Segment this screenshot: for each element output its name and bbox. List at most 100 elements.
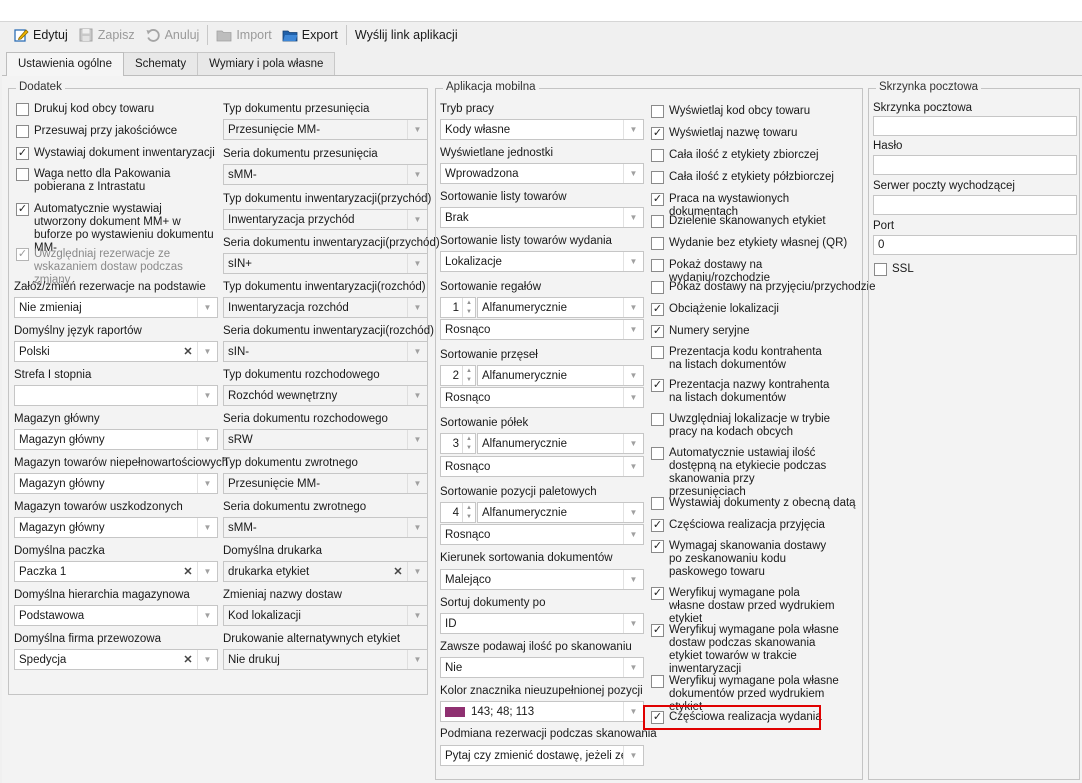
issue-doc-series-select[interactable]: sRW ▼: [223, 429, 428, 450]
mobile-checkbox[interactable]: Uwzględniaj lokalizacje w trybie pracy n…: [651, 413, 856, 439]
dodatek-checkbox[interactable]: Waga netto dla Pakowania pobierana z Int…: [16, 168, 216, 194]
rack-order-spinner[interactable]: 1 ▲ ▼: [440, 297, 476, 318]
checkbox-box[interactable]: [651, 171, 664, 184]
checkbox-box[interactable]: [651, 237, 664, 250]
chevron-down-icon[interactable]: ▼: [623, 570, 643, 589]
checkbox-box[interactable]: ✓: [16, 203, 29, 216]
clear-icon[interactable]: ✕: [179, 342, 197, 361]
spinner-buttons[interactable]: ▲ ▼: [462, 503, 475, 522]
chevron-down-icon[interactable]: ▼: [407, 120, 427, 139]
arrow-up-icon[interactable]: ▲: [463, 298, 475, 308]
inventory-in-type-select[interactable]: Inwentaryzacja przychód ▼: [223, 209, 428, 230]
mobile-checkbox[interactable]: ✓ Wymagaj skanowania dostawy po zeskanowa…: [651, 540, 841, 579]
mobile-checkbox[interactable]: Pokaż dostawy na przyjęciu/przychodzie: [651, 281, 875, 294]
port-input[interactable]: 0: [873, 235, 1077, 255]
checkbox-box[interactable]: ✓: [651, 379, 664, 392]
main-warehouse-select[interactable]: Magazyn główny ▼: [14, 429, 218, 450]
mobile-checkbox[interactable]: Wyświetlaj kod obcy towaru: [651, 105, 861, 118]
return-doc-type-select[interactable]: Przesunięcie MM- ▼: [223, 473, 428, 494]
bay-sort-mode-select[interactable]: Alfanumerycznie ▼: [477, 365, 644, 386]
mobile-checkbox[interactable]: ✓ Obciążenie lokalizacji: [651, 303, 861, 316]
chevron-down-icon[interactable]: ▼: [407, 298, 427, 317]
mobile-checkbox[interactable]: Dzielenie skanowanych etykiet: [651, 215, 861, 228]
chevron-down-icon[interactable]: ▼: [623, 746, 643, 765]
arrow-up-icon[interactable]: ▲: [463, 366, 475, 376]
chevron-down-icon[interactable]: ▼: [197, 386, 217, 405]
checkbox-box[interactable]: ✓: [651, 303, 664, 316]
chevron-down-icon[interactable]: ▼: [197, 650, 217, 669]
arrow-down-icon[interactable]: ▼: [463, 308, 475, 318]
chevron-down-icon[interactable]: ▼: [407, 430, 427, 449]
mobile-checkbox[interactable]: Automatycznie ustawiaj ilość dostępną na…: [651, 447, 831, 499]
chevron-down-icon[interactable]: ▼: [197, 342, 217, 361]
checkbox-box[interactable]: ✓: [651, 540, 664, 553]
checkbox-box[interactable]: [651, 413, 664, 426]
chevron-down-icon[interactable]: ▼: [623, 164, 643, 183]
chevron-down-icon[interactable]: ▼: [623, 388, 643, 407]
checkbox-box[interactable]: [651, 675, 664, 688]
chevron-down-icon[interactable]: ▼: [623, 525, 643, 544]
transfer-doc-series-select[interactable]: sMM- ▼: [223, 164, 428, 185]
arrow-down-icon[interactable]: ▼: [463, 444, 475, 454]
chevron-down-icon[interactable]: ▼: [197, 562, 217, 581]
checkbox-box[interactable]: [651, 149, 664, 162]
marker-color-picker[interactable]: 143; 48; 113 ▼: [440, 701, 644, 722]
checkbox-box[interactable]: ✓: [16, 248, 29, 261]
mobile-checkbox[interactable]: Cała ilość z etykiety półzbiorczej: [651, 171, 861, 184]
reservation-mode-select[interactable]: Nie zmieniaj ▼: [14, 297, 218, 318]
shelf-sort-mode-select[interactable]: Alfanumerycznie ▼: [477, 433, 644, 454]
chevron-down-icon[interactable]: ▼: [407, 562, 427, 581]
checkbox-box[interactable]: [16, 103, 29, 116]
bay-order-spinner[interactable]: 2 ▲ ▼: [440, 365, 476, 386]
chevron-down-icon[interactable]: ▼: [623, 208, 643, 227]
dodatek-checkbox[interactable]: Drukuj kod obcy towaru: [16, 103, 216, 116]
mobile-checkbox[interactable]: ✓ Weryfikuj wymagane pola własne dostaw p…: [651, 624, 846, 676]
pallet-order-spinner[interactable]: 4 ▲ ▼: [440, 502, 476, 523]
quantity-after-scan-select[interactable]: Nie ▼: [440, 657, 644, 678]
chevron-down-icon[interactable]: ▼: [623, 658, 643, 677]
chevron-down-icon[interactable]: ▼: [623, 434, 643, 453]
chevron-down-icon[interactable]: ▼: [407, 386, 427, 405]
checkbox-box[interactable]: ✓: [651, 325, 664, 338]
checkbox-box[interactable]: [651, 215, 664, 228]
checkbox-box[interactable]: [16, 125, 29, 138]
delivery-naming-select[interactable]: Kod lokalizacji ▼: [223, 605, 428, 626]
checkbox-box[interactable]: ✓: [651, 127, 664, 140]
rack-sort-order-select[interactable]: Rosnąco ▼: [440, 319, 644, 340]
checkbox-box[interactable]: [651, 105, 664, 118]
doc-sort-by-select[interactable]: ID ▼: [440, 613, 644, 634]
chevron-down-icon[interactable]: ▼: [623, 457, 643, 476]
spinner-buttons[interactable]: ▲ ▼: [462, 366, 475, 385]
chevron-down-icon[interactable]: ▼: [623, 120, 643, 139]
default-printer-select[interactable]: drukarka etykiet ✕ ▼: [223, 561, 428, 582]
carrier-select[interactable]: Spedycja ✕ ▼: [14, 649, 218, 670]
chevron-down-icon[interactable]: ▼: [407, 165, 427, 184]
mobile-checkbox[interactable]: ✓ Numery seryjne: [651, 325, 861, 338]
mobile-checkbox[interactable]: ✓ Prezentacja nazwy kontrahenta na listac…: [651, 379, 843, 405]
checkbox-box[interactable]: [16, 168, 29, 181]
clear-icon[interactable]: ✕: [179, 650, 197, 669]
shelf-order-spinner[interactable]: 3 ▲ ▼: [440, 433, 476, 454]
arrow-up-icon[interactable]: ▲: [463, 503, 475, 513]
chevron-down-icon[interactable]: ▼: [407, 650, 427, 669]
units-select[interactable]: Wprowadzona ▼: [440, 163, 644, 184]
import-button[interactable]: Import: [211, 24, 276, 46]
bay-sort-order-select[interactable]: Rosnąco ▼: [440, 387, 644, 408]
checkbox-box[interactable]: [651, 281, 664, 294]
chevron-down-icon[interactable]: ▼: [623, 503, 643, 522]
edit-button[interactable]: Edytuj: [8, 24, 73, 46]
chevron-down-icon[interactable]: ▼: [623, 614, 643, 633]
chevron-down-icon[interactable]: ▼: [197, 606, 217, 625]
chevron-down-icon[interactable]: ▼: [623, 298, 643, 317]
dodatek-checkbox[interactable]: Przesuwaj przy jakościówce: [16, 125, 216, 138]
mobile-checkbox[interactable]: Wystawiaj dokumenty z obecną datą: [651, 497, 861, 510]
mobile-checkbox[interactable]: ✓ Weryfikuj wymagane pola własne dostaw p…: [651, 587, 836, 626]
chevron-down-icon[interactable]: ▼: [407, 254, 427, 273]
inventory-out-type-select[interactable]: Inwentaryzacja rozchód ▼: [223, 297, 428, 318]
transfer-doc-type-select[interactable]: Przesunięcie MM- ▼: [223, 119, 428, 140]
checkbox-box[interactable]: [651, 497, 664, 510]
chevron-down-icon[interactable]: ▼: [623, 702, 643, 721]
clear-icon[interactable]: ✕: [389, 562, 407, 581]
rack-sort-mode-select[interactable]: Alfanumerycznie ▼: [477, 297, 644, 318]
doc-sort-direction-select[interactable]: Malejąco ▼: [440, 569, 644, 590]
